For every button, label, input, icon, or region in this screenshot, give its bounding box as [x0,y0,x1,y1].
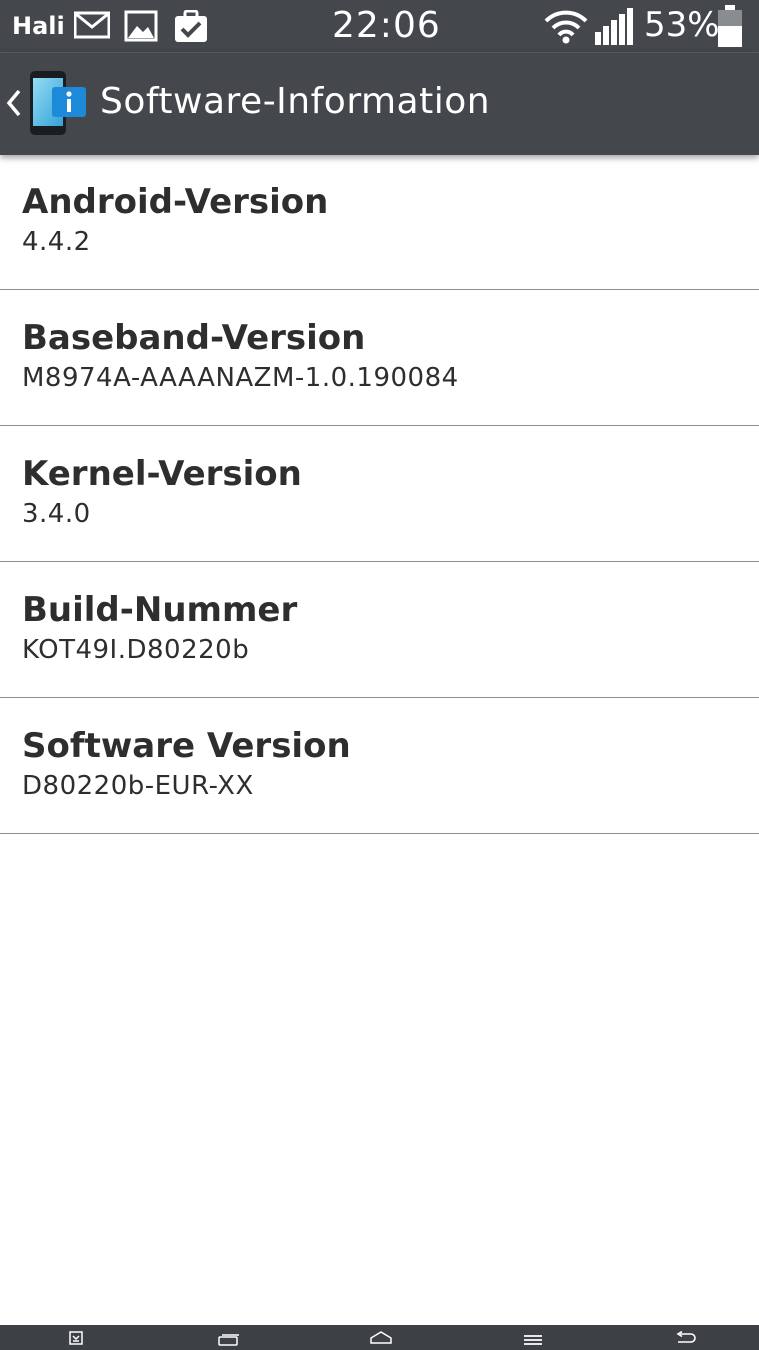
page-title: Software-Information [100,81,491,122]
item-title: Build-Nummer [22,590,298,630]
battery-icon [716,4,744,52]
up-navigation-chevron-icon[interactable] [6,89,22,121]
dual-window-icon[interactable] [218,1331,240,1350]
clock: 22:06 [332,5,441,46]
item-title: Kernel-Version [22,454,302,494]
battery-percent: 53% [644,5,720,45]
item-value: 4.4.2 [22,227,91,257]
item-title: Software Version [22,726,351,766]
list-item-build-number[interactable]: Build-Nummer KOT49I.D80220b [0,562,759,698]
list-item-kernel-version[interactable]: Kernel-Version 3.4.0 [0,426,759,562]
clipboard-check-icon [174,9,208,46]
menu-icon[interactable] [523,1331,543,1350]
item-value: D80220b-EUR-XX [22,771,254,801]
back-icon[interactable] [674,1330,696,1349]
item-value: KOT49I.D80220b [22,635,250,665]
list-item-android-version[interactable]: Android-Version 4.4.2 [0,154,759,290]
signal-icon [594,6,636,50]
item-value: M8974A-AAAANAZM-1.0.190084 [22,363,459,393]
info-list: Android-Version 4.4.2 Baseband-Version M… [0,154,759,834]
carrier-label: Hali [12,12,65,40]
item-title: Android-Version [22,182,329,222]
home-icon[interactable] [369,1330,393,1349]
list-item-software-version[interactable]: Software Version D80220b-EUR-XX [0,698,759,834]
item-title: Baseband-Version [22,318,366,358]
item-value: 3.4.0 [22,499,91,529]
gmail-icon [73,10,111,44]
notification-tray-icon[interactable] [69,1330,83,1349]
status-bar: Hali 22:06 53% [0,0,759,52]
list-item-baseband-version[interactable]: Baseband-Version M8974A-AAAANAZM-1.0.190… [0,290,759,426]
gallery-icon [124,10,158,46]
wifi-icon [543,8,589,48]
navigation-bar [0,1325,759,1350]
phone-info-icon[interactable] [28,69,90,141]
action-bar: Software-Information [0,52,759,155]
